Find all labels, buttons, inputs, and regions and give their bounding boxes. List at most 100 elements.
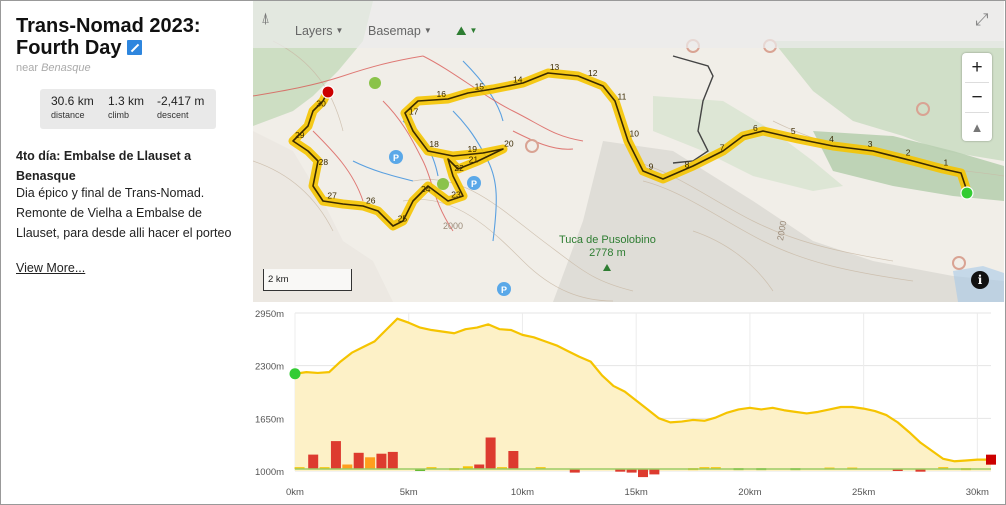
route-title: Trans-Nomad 2023: Fourth Day bbox=[16, 15, 246, 59]
grade-bar bbox=[330, 441, 341, 469]
km-marker-label: 16 bbox=[437, 89, 447, 99]
km-marker-label: 17 bbox=[409, 106, 419, 116]
km-marker-label: 27 bbox=[327, 190, 337, 200]
zoom-in-button[interactable]: + bbox=[962, 53, 992, 82]
km-marker-label: 18 bbox=[429, 139, 439, 149]
peak-elevation: 2778 m bbox=[589, 247, 626, 259]
bike-icon: ⛰ bbox=[456, 24, 467, 38]
chevron-down-icon: ▼ bbox=[423, 26, 432, 35]
grade-bar bbox=[508, 451, 519, 469]
x-tick-label: 25km bbox=[852, 487, 875, 498]
contour-label: 2000 bbox=[443, 221, 463, 231]
km-marker-label: 7 bbox=[720, 143, 725, 153]
x-tick-label: 30km bbox=[966, 487, 989, 498]
profile-end-marker bbox=[986, 454, 996, 465]
km-marker-label: 1 bbox=[943, 158, 948, 168]
campsite-icon bbox=[437, 178, 449, 190]
km-marker-label: 28 bbox=[319, 157, 329, 167]
fullscreen-icon[interactable]: ⤢ bbox=[975, 10, 993, 29]
layers-label: Layers bbox=[295, 24, 333, 38]
grade-bar bbox=[485, 437, 496, 469]
stat-distance: 30.6 km distance bbox=[51, 94, 94, 120]
info-icon[interactable]: i bbox=[971, 271, 989, 289]
map-toolbar: ⍋ Layers ▼ Basemap ▼ ⛰ ▼ ⤢ bbox=[253, 1, 1004, 48]
grade-bar bbox=[353, 452, 364, 469]
stat-distance-label: distance bbox=[51, 110, 85, 120]
km-marker-label: 11 bbox=[617, 91, 626, 101]
km-marker-label: 14 bbox=[513, 74, 523, 84]
stat-descent-value: -2,417 m bbox=[157, 94, 205, 108]
route-title-text: Trans-Nomad 2023: Fourth Day bbox=[16, 15, 201, 59]
km-marker-label: 22 bbox=[454, 163, 464, 173]
km-marker-label: 21 bbox=[469, 155, 479, 165]
activity-button[interactable]: ⛰ ▼ bbox=[456, 24, 477, 39]
view-more-link[interactable]: View More... bbox=[16, 261, 85, 275]
km-marker-label: 12 bbox=[588, 68, 598, 78]
x-tick-label: 15km bbox=[625, 487, 648, 498]
route-sidebar: Trans-Nomad 2023: Fourth Day near Benasq… bbox=[1, 1, 253, 503]
x-tick-label: 20km bbox=[738, 487, 761, 498]
km-marker-label: 9 bbox=[649, 161, 654, 171]
route-stats: 30.6 km distance 1.3 km climb -2,417 m d… bbox=[40, 89, 216, 129]
route-end-marker[interactable] bbox=[321, 85, 335, 99]
zoom-controls: + − ▲ bbox=[962, 53, 992, 141]
scale-label: 2 km bbox=[268, 274, 289, 285]
km-marker-label: 25 bbox=[398, 214, 408, 224]
svg-text:P: P bbox=[471, 179, 477, 189]
edit-icon[interactable] bbox=[127, 40, 143, 55]
km-marker-label: 8 bbox=[685, 159, 690, 169]
km-marker-label: 30 bbox=[316, 99, 326, 109]
chevron-down-icon: ▼ bbox=[469, 26, 478, 35]
description-title: 4to día: Embalse de Llauset a Benasque bbox=[16, 149, 192, 183]
basemap-label: Basemap bbox=[368, 24, 421, 38]
km-marker-label: 24 bbox=[421, 184, 431, 194]
map-view[interactable]: P P P 1 2 3 4 5 6 7 8 9 10 11 12 13 14 15 16 17 18 19 20 21 2… bbox=[253, 1, 1004, 302]
y-tick-label: 1000m bbox=[255, 467, 284, 478]
chevron-down-icon: ▼ bbox=[335, 26, 344, 35]
km-marker-label: 19 bbox=[467, 144, 477, 154]
x-tick-label: 0km bbox=[286, 487, 304, 498]
peak-label: Tuca de Pusolobino 2778 m bbox=[559, 234, 656, 260]
basemap-button[interactable]: Basemap ▼ bbox=[368, 24, 432, 38]
campsite-icon bbox=[369, 77, 381, 89]
stat-descent: -2,417 m descent bbox=[157, 94, 204, 120]
y-tick-label: 2300m bbox=[255, 362, 284, 373]
y-tick-label: 2950m bbox=[255, 309, 284, 320]
km-marker-label: 13 bbox=[550, 62, 560, 72]
route-location: near Benasque bbox=[16, 62, 91, 74]
y-tick-label: 1650m bbox=[255, 414, 284, 425]
scale-bar: 2 km bbox=[263, 269, 352, 291]
grade-bar bbox=[308, 454, 319, 469]
grade-bar bbox=[376, 453, 387, 469]
km-marker-label: 6 bbox=[753, 123, 758, 133]
grade-bar bbox=[387, 451, 398, 469]
stat-descent-label: descent bbox=[157, 110, 189, 120]
stat-distance-value: 30.6 km bbox=[51, 94, 94, 108]
stat-climb-value: 1.3 km bbox=[108, 94, 145, 108]
profile-start-marker bbox=[289, 368, 301, 380]
layers-button[interactable]: Layers ▼ bbox=[295, 24, 343, 38]
stat-climb: 1.3 km climb bbox=[108, 94, 144, 120]
km-marker-label: 26 bbox=[366, 195, 376, 205]
zoom-out-button[interactable]: − bbox=[962, 83, 992, 112]
km-marker-label: 10 bbox=[630, 129, 640, 139]
km-marker-label: 15 bbox=[475, 81, 485, 91]
x-tick-label: 10km bbox=[511, 487, 534, 498]
grade-bar bbox=[649, 469, 660, 475]
elevation-chart[interactable]: 2950m 2300m 1650m 1000m0km 5km 10km 15km 20km 25… bbox=[253, 303, 1004, 503]
elevation-profile[interactable]: 2950m 2300m 1650m 1000m 0km 5km 10km 15km 20km 25… bbox=[253, 303, 1004, 503]
peak-name: Tuca de Pusolobino bbox=[559, 234, 656, 246]
compass-icon[interactable]: ⍋ bbox=[261, 10, 277, 28]
grade-bar bbox=[638, 469, 648, 478]
km-marker-label: 2 bbox=[906, 148, 911, 158]
route-start-marker[interactable] bbox=[960, 186, 974, 200]
reset-north-icon[interactable]: ▲ bbox=[962, 113, 992, 142]
stat-climb-label: climb bbox=[108, 110, 130, 120]
elevation-area bbox=[295, 318, 991, 471]
description-text: Dia épico y final de Trans-Nomad. Remont… bbox=[16, 186, 232, 240]
svg-text:P: P bbox=[501, 285, 507, 295]
km-marker-label: 20 bbox=[504, 138, 514, 148]
x-tick-label: 5km bbox=[400, 487, 418, 498]
km-marker-label: 4 bbox=[829, 134, 834, 144]
near-prefix: near bbox=[16, 62, 39, 74]
